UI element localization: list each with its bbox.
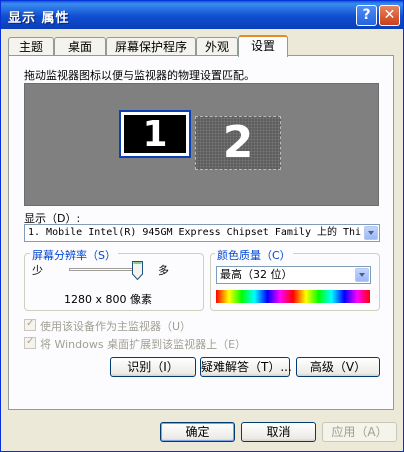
primary-monitor-label: 使用该设备作为主监视器（U） bbox=[40, 320, 192, 333]
display-select[interactable]: 1. Mobile Intel(R) 945GM Express Chipset… bbox=[24, 224, 380, 242]
advanced-button[interactable]: 高级（V） bbox=[296, 357, 380, 377]
display-select-value: 1. Mobile Intel(R) 945GM Express Chipset… bbox=[28, 227, 362, 238]
resolution-legend: 屏幕分辨率（S） bbox=[30, 247, 118, 263]
troubleshoot-button[interactable]: 疑难解答（T）... bbox=[200, 357, 292, 377]
resolution-high-label: 多 bbox=[158, 264, 169, 277]
window-title: 显示 属性 bbox=[8, 11, 70, 26]
ok-button[interactable]: 确定 bbox=[160, 422, 235, 442]
tab-screensaver[interactable]: 屏幕保护程序 bbox=[106, 37, 196, 55]
close-button[interactable]: ✕ bbox=[379, 5, 400, 26]
help-button[interactable]: ? bbox=[356, 5, 377, 26]
title-bar[interactable]: 显示 属性 ? ✕ bbox=[1, 1, 403, 29]
chevron-down-icon[interactable] bbox=[355, 268, 369, 282]
tab-appearance[interactable]: 外观 bbox=[196, 37, 238, 55]
tab-settings[interactable]: 设置 bbox=[238, 35, 288, 57]
color-spectrum-bar bbox=[216, 290, 370, 303]
extend-desktop-checkbox[interactable] bbox=[24, 336, 36, 349]
close-icon: ✕ bbox=[383, 7, 396, 23]
color-quality-legend: 颜色质量（C） bbox=[215, 247, 293, 263]
extend-desktop-label: 将 Windows 桌面扩展到该监视器上（E） bbox=[40, 338, 247, 351]
color-quality-select[interactable]: 最高（32 位） bbox=[216, 266, 371, 284]
color-quality-value: 最高（32 位） bbox=[220, 268, 293, 281]
monitor-2-icon[interactable]: 2 bbox=[195, 116, 281, 170]
apply-button[interactable]: 应用（A） bbox=[322, 422, 397, 442]
resolution-slider[interactable] bbox=[69, 268, 137, 271]
primary-monitor-checkbox[interactable] bbox=[24, 318, 36, 331]
identify-button[interactable]: 识别（I） bbox=[110, 357, 196, 377]
help-icon: ? bbox=[362, 7, 371, 23]
resolution-low-label: 少 bbox=[32, 264, 43, 277]
cancel-button[interactable]: 取消 bbox=[241, 422, 316, 442]
tab-desktop[interactable]: 桌面 bbox=[54, 37, 106, 55]
monitor-arrangement: 1 2 bbox=[24, 83, 379, 206]
slider-thumb[interactable] bbox=[132, 261, 143, 280]
chevron-down-icon[interactable] bbox=[364, 226, 378, 240]
monitor-1-icon[interactable]: 1 bbox=[119, 110, 191, 158]
instruction-text: 拖动监视器图标以便与监视器的物理设置匹配。 bbox=[24, 69, 255, 82]
tab-themes[interactable]: 主题 bbox=[8, 37, 54, 55]
resolution-value: 1280 x 800 像素 bbox=[64, 293, 152, 306]
